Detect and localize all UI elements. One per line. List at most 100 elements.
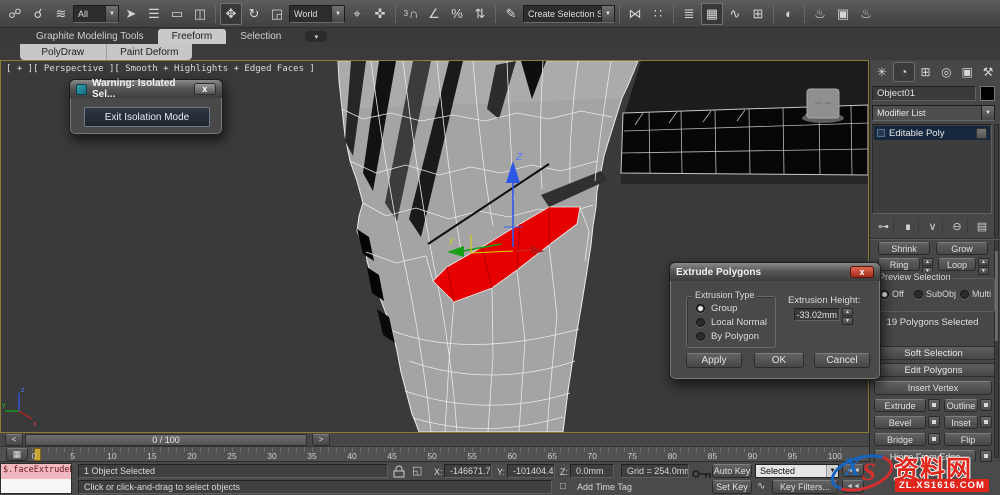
object-name-field[interactable]: Object01 <box>872 86 976 101</box>
configure-modifier-sets-icon[interactable]: ▤ <box>972 219 992 234</box>
grow-button[interactable]: Grow <box>936 242 988 255</box>
edit-polygons-rollout[interactable]: Edit Polygons <box>872 363 995 377</box>
perspective-viewport[interactable]: Z y z y x [ + ][ Perspective ][ Smooth +… <box>0 60 881 433</box>
small-block-object[interactable] <box>802 88 844 123</box>
extrusion-height-spinner[interactable]: ▲ ▼ <box>842 308 853 325</box>
open-mini-curve-editor-icon[interactable]: ▦ <box>6 448 28 461</box>
previous-frame-button[interactable]: < <box>5 433 23 446</box>
ring-button[interactable]: Ring <box>878 258 920 271</box>
hierarchy-tab-icon[interactable]: ⊞ <box>916 62 936 82</box>
rendered-frame-window-icon[interactable]: ▣ <box>832 3 854 25</box>
auto-key-button[interactable]: Auto Key <box>712 464 752 478</box>
preview-multi-radio[interactable]: Multi <box>960 289 991 299</box>
spinner-snap-icon[interactable]: ⇅ <box>469 3 491 25</box>
warning-dialog-titlebar[interactable]: Warning: Isolated Sel... x <box>70 78 222 100</box>
create-tab-icon[interactable]: ✳ <box>872 62 892 82</box>
next-frame-button[interactable]: > <box>312 433 330 446</box>
maxscript-input[interactable] <box>1 479 71 493</box>
percent-snap-icon[interactable]: % <box>446 3 468 25</box>
select-and-rotate-icon[interactable]: ↻ <box>243 3 265 25</box>
outline-settings-icon[interactable] <box>980 399 992 411</box>
close-icon[interactable]: x <box>193 83 216 95</box>
modify-tab-icon[interactable]: ◔ <box>892 62 915 82</box>
layer-manager-icon[interactable]: ≣ <box>678 3 700 25</box>
outline-button[interactable]: Outline <box>944 399 978 412</box>
loop-spinner[interactable]: ▲ ▼ <box>978 258 989 275</box>
stack-thumb-icon[interactable] <box>976 127 987 139</box>
material-editor-icon[interactable]: ◐ <box>778 3 800 25</box>
named-selection-set-dropdown[interactable]: Create Selection Se ▼ <box>523 4 615 23</box>
panel-paint-deform[interactable]: Paint Deform <box>107 44 193 60</box>
maxscript-mini-listener[interactable]: $.faceExtrudeH <box>0 463 72 494</box>
select-and-scale-icon[interactable]: ◲ <box>266 3 288 25</box>
x-coord-field[interactable]: -146671.7 <box>444 464 492 478</box>
render-setup-icon[interactable]: ♨ <box>809 3 831 25</box>
bridge-settings-icon[interactable] <box>928 433 940 445</box>
radio-icon[interactable] <box>960 289 969 299</box>
render-production-icon[interactable]: ♨ <box>855 3 877 25</box>
y-coord-field[interactable]: -101404.4 <box>507 464 555 478</box>
selection-lock-icon[interactable] <box>392 465 406 478</box>
bevel-settings-icon[interactable] <box>928 416 940 428</box>
ok-button[interactable]: OK <box>754 353 804 368</box>
maxscript-line[interactable]: $.faceExtrudeH <box>1 464 71 479</box>
selection-set-key-dropdown[interactable]: Selected ▼ <box>755 464 839 478</box>
curve-editor-icon[interactable]: ∿ <box>724 3 746 25</box>
ribbon-expand-icon[interactable]: ▾ <box>305 31 328 42</box>
select-by-name-icon[interactable]: ☰ <box>143 3 165 25</box>
use-pivot-center-icon[interactable]: ⌖ <box>346 3 368 25</box>
tab-graphite-modeling-tools[interactable]: Graphite Modeling Tools <box>22 29 158 44</box>
pin-stack-icon[interactable]: ⊶ <box>874 219 894 234</box>
inset-settings-icon[interactable] <box>980 416 992 428</box>
scrollbar-thumb[interactable] <box>995 251 998 341</box>
window-crossing-icon[interactable]: ◫ <box>189 3 211 25</box>
radio-group[interactable]: Group <box>696 303 737 314</box>
chevron-down-icon[interactable]: ▼ <box>981 106 994 120</box>
close-icon[interactable]: x <box>850 266 874 278</box>
shrink-button[interactable]: Shrink <box>878 242 930 255</box>
radio-icon[interactable] <box>696 318 705 327</box>
reference-coordinate-dropdown[interactable]: World ▼ <box>289 4 345 23</box>
radio-icon[interactable] <box>696 304 705 313</box>
ring-spinner[interactable]: ▲ ▼ <box>922 258 933 275</box>
edit-named-selection-sets-icon[interactable]: ✎ <box>500 3 522 25</box>
cancel-button[interactable]: Cancel <box>814 353 870 368</box>
radio-icon[interactable] <box>880 289 889 299</box>
loop-button[interactable]: Loop <box>938 258 976 271</box>
bevel-button[interactable]: Bevel <box>874 416 926 429</box>
insert-vertex-button[interactable]: Insert Vertex <box>874 381 992 395</box>
make-unique-icon[interactable]: ∨ <box>923 219 943 234</box>
set-key-button[interactable]: Set Key <box>712 480 752 494</box>
add-time-tag[interactable]: Add Time Tag <box>572 480 652 494</box>
radio-icon[interactable] <box>914 289 923 299</box>
angle-snap-icon[interactable]: ∠ <box>423 3 445 25</box>
display-tab-icon[interactable]: ▣ <box>957 62 977 82</box>
viewport-label[interactable]: [ + ][ Perspective ][ Smooth + Highlight… <box>6 64 315 74</box>
rectangular-selection-region-icon[interactable]: ▭ <box>166 3 188 25</box>
chevron-down-icon[interactable]: ▼ <box>601 5 614 22</box>
chevron-down-icon[interactable]: ▼ <box>331 5 344 22</box>
select-and-link-icon[interactable]: ☍ <box>4 3 26 25</box>
snap-toggle-3d-icon[interactable]: 3 ∩ <box>400 3 422 25</box>
modifier-list-dropdown[interactable]: Modifier List ▼ <box>872 105 995 121</box>
show-end-result-icon[interactable]: ∎ <box>899 219 919 234</box>
align-icon[interactable]: ∷ <box>647 3 669 25</box>
selection-filter-dropdown[interactable]: All ▼ <box>73 4 119 23</box>
remove-modifier-icon[interactable]: ⊖ <box>948 219 968 234</box>
key-filters-button[interactable]: Key Filters... <box>772 480 838 494</box>
tab-selection[interactable]: Selection <box>226 29 295 44</box>
graphite-ribbon-toggle-icon[interactable]: ▦ <box>701 2 723 25</box>
modifier-stack[interactable]: Editable Poly <box>872 124 992 214</box>
inset-button[interactable]: Inset <box>944 416 978 429</box>
mirror-icon[interactable]: ⋈ <box>624 3 646 25</box>
tab-freeform[interactable]: Freeform <box>157 29 227 44</box>
exit-isolation-mode-button[interactable]: Exit Isolation Mode <box>84 107 210 127</box>
bridge-button[interactable]: Bridge <box>874 433 926 446</box>
select-and-manipulate-icon[interactable]: ✜ <box>369 3 391 25</box>
extrude-dialog-titlebar[interactable]: Extrude Polygons x <box>670 263 880 281</box>
utilities-tab-icon[interactable]: ⚒ <box>978 62 998 82</box>
flip-button[interactable]: Flip <box>944 433 992 446</box>
radio-by-polygon[interactable]: By Polygon <box>696 331 759 342</box>
panel-polydraw[interactable]: PolyDraw <box>20 44 107 60</box>
motion-tab-icon[interactable]: ◎ <box>936 62 956 82</box>
